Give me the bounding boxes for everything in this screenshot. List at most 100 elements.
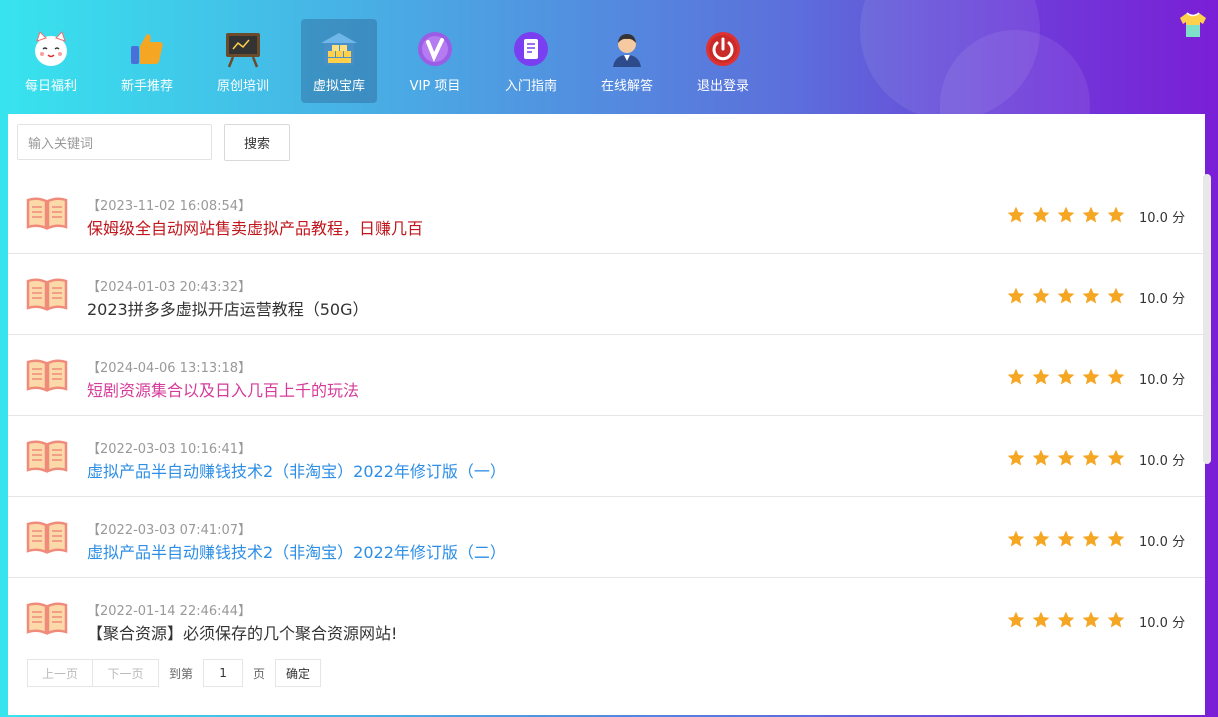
book-icon xyxy=(26,520,68,554)
content-panel: 输入关键词 搜索 【2023-11-02 16:08:54】 保姆级全自动网站售卖… xyxy=(8,114,1211,715)
list-item[interactable]: 【2022-01-14 22:46:44】 【聚合资源】必须保存的几个聚合资源网站… xyxy=(8,578,1205,658)
item-score: 10.0 分 xyxy=(1139,616,1186,631)
rating-stars xyxy=(1006,205,1131,225)
nav-item-3[interactable]: 虚拟宝库 xyxy=(301,19,377,103)
guide-doc-icon xyxy=(511,29,551,69)
star-icon xyxy=(1031,610,1056,630)
prev-page-button[interactable]: 上一页 xyxy=(27,659,93,687)
item-title-link[interactable]: 虚拟产品半自动赚钱技术2（非淘宝）2022年修订版（一） xyxy=(87,458,506,482)
nav-item-2[interactable]: 原创培训 xyxy=(205,19,281,103)
page-number-input[interactable]: 1 xyxy=(203,659,244,687)
rating-stars xyxy=(1006,529,1131,549)
star-icon xyxy=(1056,610,1081,630)
star-icon xyxy=(1106,529,1131,549)
list-item[interactable]: 【2024-01-03 20:43:32】 2023拼多多虚拟开店运营教程（50G… xyxy=(8,254,1205,335)
item-score: 10.0 分 xyxy=(1139,292,1186,307)
nav-item-1[interactable]: 新手推荐 xyxy=(109,19,185,103)
rating-stars xyxy=(1006,367,1131,387)
list-item[interactable]: 【2024-04-06 13:13:18】 短剧资源集合以及日入几百上千的玩法 10… xyxy=(8,335,1205,416)
item-title-link[interactable]: 虚拟产品半自动赚钱技术2（非淘宝）2022年修订版（二） xyxy=(87,539,506,563)
star-icon xyxy=(1056,286,1081,306)
item-score: 10.0 分 xyxy=(1139,373,1186,388)
item-score: 10.0 分 xyxy=(1139,211,1186,226)
star-icon xyxy=(1081,367,1106,387)
lucky-cat-icon xyxy=(31,29,71,69)
scrollbar[interactable] xyxy=(1203,174,1211,464)
resource-list: 【2023-11-02 16:08:54】 保姆级全自动网站售卖虚拟产品教程，日赚… xyxy=(8,173,1205,658)
confirm-page-button[interactable]: 确定 xyxy=(275,659,322,687)
item-title-link[interactable]: 【聚合资源】必须保存的几个聚合资源网站! xyxy=(87,620,397,644)
support-agent-icon xyxy=(607,29,647,69)
item-score: 10.0 分 xyxy=(1139,454,1186,469)
book-icon xyxy=(26,196,68,230)
item-date: 【2024-04-06 13:13:18】 xyxy=(87,361,252,376)
theme-shirt-icon[interactable] xyxy=(1178,11,1208,39)
item-title-link[interactable]: 2023拼多多虚拟开店运营教程（50G） xyxy=(87,296,368,320)
star-icon xyxy=(1006,367,1031,387)
star-icon xyxy=(1006,448,1031,468)
top-navigation: 每日福利 新手推荐 原创培训 虚拟宝库 VIP 项目 入门指南 在线解答 退出登录 xyxy=(0,0,1218,114)
book-icon xyxy=(26,358,68,392)
star-icon xyxy=(1006,610,1031,630)
item-date: 【2022-03-03 07:41:07】 xyxy=(87,523,252,538)
star-icon xyxy=(1081,610,1106,630)
nav-item-0[interactable]: 每日福利 xyxy=(13,19,89,103)
star-icon xyxy=(1056,205,1081,225)
star-icon xyxy=(1006,529,1031,549)
search-input[interactable]: 输入关键词 xyxy=(17,124,212,160)
nav-item-6[interactable]: 在线解答 xyxy=(589,19,665,103)
nav-item-label: 原创培训 xyxy=(216,79,269,94)
item-title-link[interactable]: 短剧资源集合以及日入几百上千的玩法 xyxy=(87,377,359,401)
nav-item-label: 在线解答 xyxy=(600,79,653,94)
star-icon xyxy=(1081,448,1106,468)
thumbs-up-icon xyxy=(127,29,167,69)
star-icon xyxy=(1106,286,1131,306)
nav-item-label: 入门指南 xyxy=(504,79,557,94)
nav-item-label: 退出登录 xyxy=(696,79,749,94)
nav-item-label: 每日福利 xyxy=(24,79,77,94)
nav-item-label: VIP 项目 xyxy=(409,79,461,94)
nav-item-7[interactable]: 退出登录 xyxy=(685,19,761,103)
star-icon xyxy=(1031,529,1056,549)
star-icon xyxy=(1081,205,1106,225)
item-date: 【2023-11-02 16:08:54】 xyxy=(87,199,252,214)
star-icon xyxy=(1006,205,1031,225)
star-icon xyxy=(1031,367,1056,387)
star-icon xyxy=(1106,367,1131,387)
page-unit-label: 页 xyxy=(253,666,266,681)
star-icon xyxy=(1106,610,1131,630)
star-icon xyxy=(1106,448,1131,468)
search-button[interactable]: 搜索 xyxy=(224,124,290,161)
treasure-house-icon xyxy=(319,29,359,69)
vip-icon xyxy=(415,29,455,69)
rating-stars xyxy=(1006,286,1131,306)
star-icon xyxy=(1031,286,1056,306)
item-title-link[interactable]: 保姆级全自动网站售卖虚拟产品教程，日赚几百 xyxy=(87,215,423,239)
book-icon xyxy=(26,439,68,473)
star-icon xyxy=(1031,205,1056,225)
star-icon xyxy=(1056,529,1081,549)
item-date: 【2022-01-14 22:46:44】 xyxy=(87,604,252,619)
next-page-button[interactable]: 下一页 xyxy=(93,659,159,687)
book-icon xyxy=(26,277,68,311)
power-icon xyxy=(703,29,743,69)
item-score: 10.0 分 xyxy=(1139,535,1186,550)
item-date: 【2022-03-03 10:16:41】 xyxy=(87,442,252,457)
item-date: 【2024-01-03 20:43:32】 xyxy=(87,280,252,295)
nav-item-4[interactable]: VIP 项目 xyxy=(397,19,473,103)
list-item[interactable]: 【2023-11-02 16:08:54】 保姆级全自动网站售卖虚拟产品教程，日赚… xyxy=(8,173,1205,254)
star-icon xyxy=(1106,205,1131,225)
pagination: 上一页 下一页 到第 1 页 确定 xyxy=(27,658,322,688)
list-item[interactable]: 【2022-03-03 10:16:41】 虚拟产品半自动赚钱技术2（非淘宝）20… xyxy=(8,416,1205,497)
star-icon xyxy=(1031,448,1056,468)
star-icon xyxy=(1056,448,1081,468)
star-icon xyxy=(1006,286,1031,306)
rating-stars xyxy=(1006,448,1131,468)
rating-stars xyxy=(1006,610,1131,630)
nav-item-label: 虚拟宝库 xyxy=(312,79,365,94)
blackboard-icon xyxy=(223,29,263,69)
nav-item-5[interactable]: 入门指南 xyxy=(493,19,569,103)
goto-label: 到第 xyxy=(169,666,194,681)
star-icon xyxy=(1056,367,1081,387)
list-item[interactable]: 【2022-03-03 07:41:07】 虚拟产品半自动赚钱技术2（非淘宝）20… xyxy=(8,497,1205,578)
